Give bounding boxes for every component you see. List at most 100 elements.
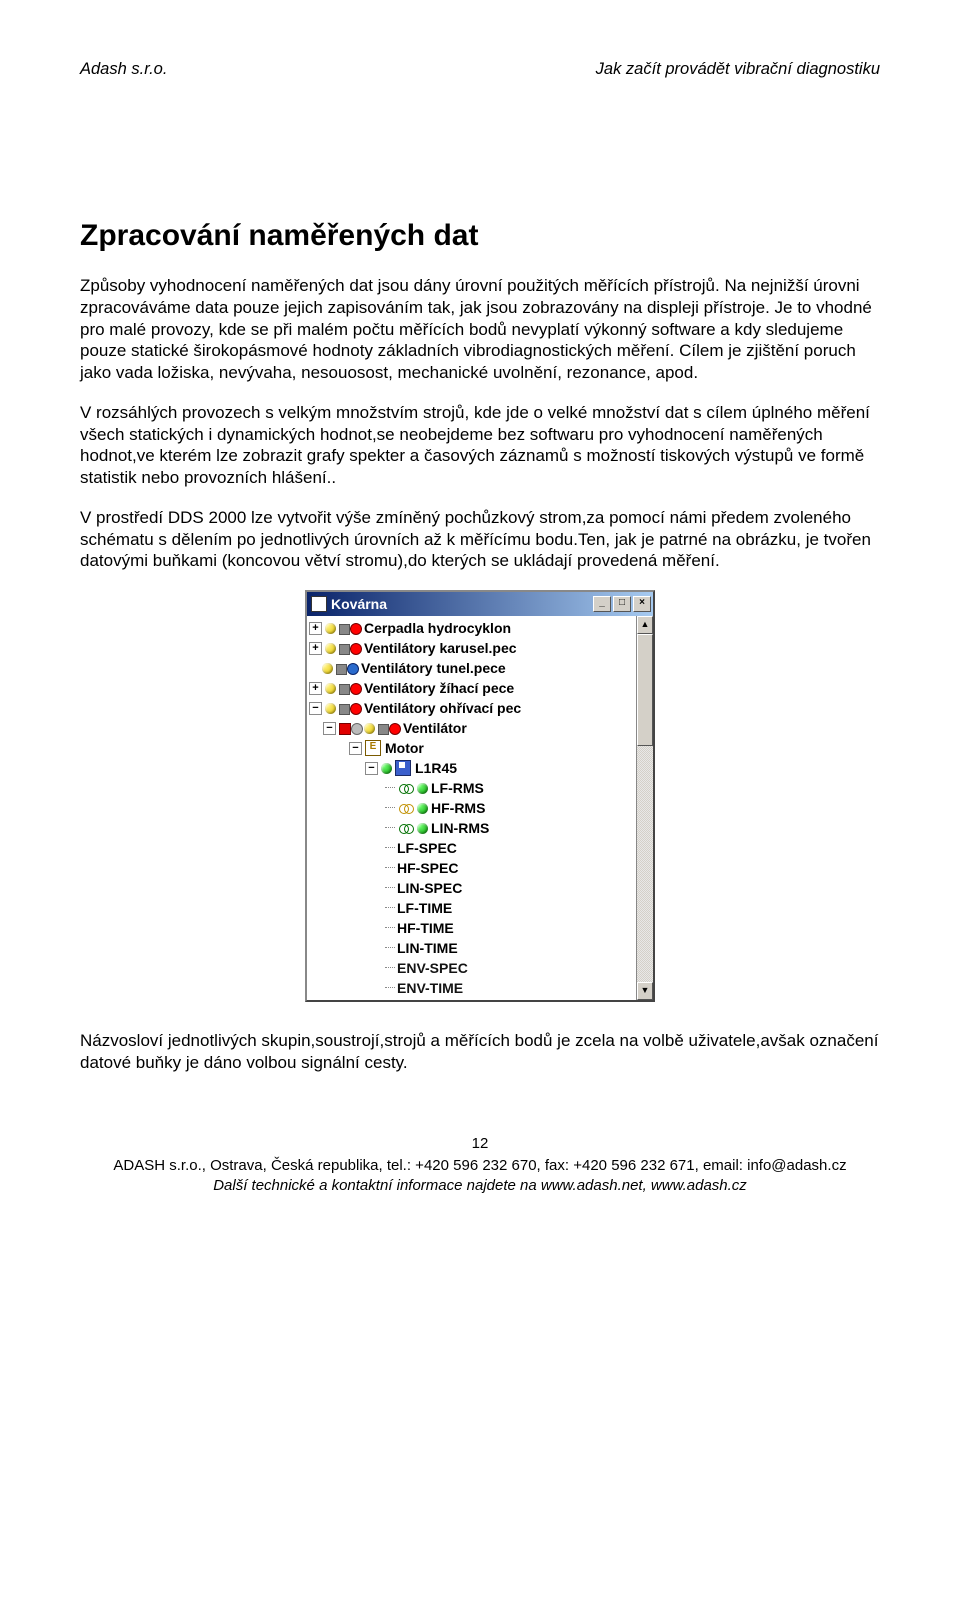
tree-item[interactable]: Ventilátory tunel.pece (309, 658, 636, 678)
tree-leaf[interactable]: LF-RMS (309, 778, 636, 798)
tree-leaf-label: LIN-TIME (397, 940, 458, 956)
tree-line-icon (385, 907, 395, 909)
tree-item[interactable]: + Ventilátory žíhací pece (309, 678, 636, 698)
motor-e-icon: E (365, 740, 381, 756)
tree-leaf-label: ENV-SPEC (397, 960, 468, 976)
tree-item[interactable]: − E Motor (309, 738, 636, 758)
scroll-up-icon[interactable]: ▲ (637, 616, 653, 634)
tree-item-label: Ventilátor (403, 720, 467, 736)
tree-leaf[interactable]: LIN-SPEC (309, 878, 636, 898)
tree-line-icon (385, 947, 395, 949)
tree-window: Kovárna _ □ × + Cerpadla hydrocyklon (305, 590, 655, 1002)
scrollbar-thumb[interactable] (637, 634, 653, 746)
rings-icon (399, 821, 415, 835)
tree-line-icon (385, 987, 395, 989)
status-ball-icon (364, 723, 375, 734)
tree-leaf-label: HF-TIME (397, 920, 454, 936)
tree-leaf[interactable]: HF-RMS (309, 798, 636, 818)
tree-screenshot: Kovárna _ □ × + Cerpadla hydrocyklon (80, 590, 880, 1002)
machine-icon (339, 621, 361, 635)
status-ball-icon (325, 703, 336, 714)
status-ball-icon (417, 823, 428, 834)
footer-line-1: ADASH s.r.o., Ostrava, Česká republika, … (80, 1156, 880, 1176)
page-header: Adash s.r.o. Jak začít provádět vibrační… (80, 60, 880, 79)
rings-icon (399, 801, 415, 815)
rings-icon (399, 781, 415, 795)
tree-item-label: Ventilátory žíhací pece (364, 680, 514, 696)
status-ball-icon (325, 683, 336, 694)
scrollbar[interactable]: ▲ ▼ (636, 616, 653, 1000)
scroll-down-icon[interactable]: ▼ (637, 982, 653, 1000)
tree-leaf-label: ENV-TIME (397, 980, 463, 996)
tree-line-icon (385, 927, 395, 929)
titlebar: Kovárna _ □ × (307, 592, 653, 616)
header-right: Jak začít provádět vibrační diagnostiku (596, 60, 880, 79)
tree-line-icon (385, 967, 395, 969)
tree-leaf[interactable]: LF-SPEC (309, 838, 636, 858)
tree-leaf[interactable]: LIN-TIME (309, 938, 636, 958)
machine-icon (336, 661, 358, 675)
tree-item-label: Motor (385, 740, 424, 756)
page-title: Zpracování naměřených dat (80, 219, 880, 253)
tree-line-icon (385, 847, 395, 849)
machine-icon (339, 701, 361, 715)
minimize-button[interactable]: _ (593, 596, 611, 612)
tree-line-icon (385, 787, 395, 789)
status-ball-icon (322, 663, 333, 674)
tree-leaf[interactable]: HF-SPEC (309, 858, 636, 878)
tree-leaf-label: LF-SPEC (397, 840, 457, 856)
fan-icon (339, 721, 361, 735)
collapse-icon[interactable]: − (323, 722, 336, 735)
tree-item[interactable]: − Ventilátory ohřívací pec (309, 698, 636, 718)
tree-item-label: Ventilátory karusel.pec (364, 640, 517, 656)
tree-leaf[interactable]: ENV-TIME (309, 978, 636, 998)
collapse-icon[interactable]: − (365, 762, 378, 775)
tree-line-icon (385, 827, 395, 829)
status-ball-icon (325, 643, 336, 654)
tree-item-label: Cerpadla hydrocyklon (364, 620, 511, 636)
tree-item[interactable]: + Ventilátory karusel.pec (309, 638, 636, 658)
tree-leaf-label: LF-TIME (397, 900, 452, 916)
tree-leaf[interactable]: ENV-SPEC (309, 958, 636, 978)
collapse-icon[interactable]: − (309, 702, 322, 715)
tree-item[interactable]: + Cerpadla hydrocyklon (309, 618, 636, 638)
expand-icon[interactable]: + (309, 682, 322, 695)
tree-item-label: Ventilátory ohřívací pec (364, 700, 521, 716)
tree-item[interactable]: − L1R45 (309, 758, 636, 778)
close-button[interactable]: × (633, 596, 651, 612)
status-ball-icon (417, 803, 428, 814)
paragraph-3: V prostředí DDS 2000 lze vytvořit výše z… (80, 507, 880, 572)
maximize-button[interactable]: □ (613, 596, 631, 612)
status-ball-icon (381, 763, 392, 774)
machine-icon (339, 681, 361, 695)
tree-leaf[interactable]: LIN-RMS (309, 818, 636, 838)
status-ball-icon (325, 623, 336, 634)
tree-line-icon (385, 887, 395, 889)
scrollbar-track[interactable] (637, 634, 653, 982)
paragraph-2: V rozsáhlých provozech s velkým množství… (80, 402, 880, 489)
machine-icon (378, 721, 400, 735)
tree-item[interactable]: − Ventilátor (309, 718, 636, 738)
tree-leaf-label: LIN-RMS (431, 820, 489, 836)
tree-line-icon (385, 807, 395, 809)
tree-item-label: L1R45 (415, 760, 457, 776)
expand-icon[interactable]: + (309, 642, 322, 655)
tree-leaf-label: LF-RMS (431, 780, 484, 796)
tree-leaf[interactable]: LF-TIME (309, 898, 636, 918)
tree-leaf-label: HF-RMS (431, 800, 485, 816)
paragraph-1: Způsoby vyhodnocení naměřených dat jsou … (80, 275, 880, 384)
header-left: Adash s.r.o. (80, 60, 167, 79)
tree-line-icon (385, 867, 395, 869)
expand-icon[interactable]: + (309, 622, 322, 635)
tree-leaf-label: LIN-SPEC (397, 880, 462, 896)
tree-content: + Cerpadla hydrocyklon + Ventilátory kar… (307, 616, 636, 1000)
tree-item-label: Ventilátory tunel.pece (361, 660, 506, 676)
collapse-icon[interactable]: − (349, 742, 362, 755)
window-title: Kovárna (331, 596, 387, 612)
paragraph-4: Názvosloví jednotlivých skupin,soustrojí… (80, 1030, 880, 1074)
tree-leaf[interactable]: HF-TIME (309, 918, 636, 938)
page-footer: 12 ADASH s.r.o., Ostrava, Česká republik… (80, 1134, 880, 1197)
page-number: 12 (80, 1134, 880, 1154)
machine-icon (339, 641, 361, 655)
tree-leaf-label: HF-SPEC (397, 860, 458, 876)
